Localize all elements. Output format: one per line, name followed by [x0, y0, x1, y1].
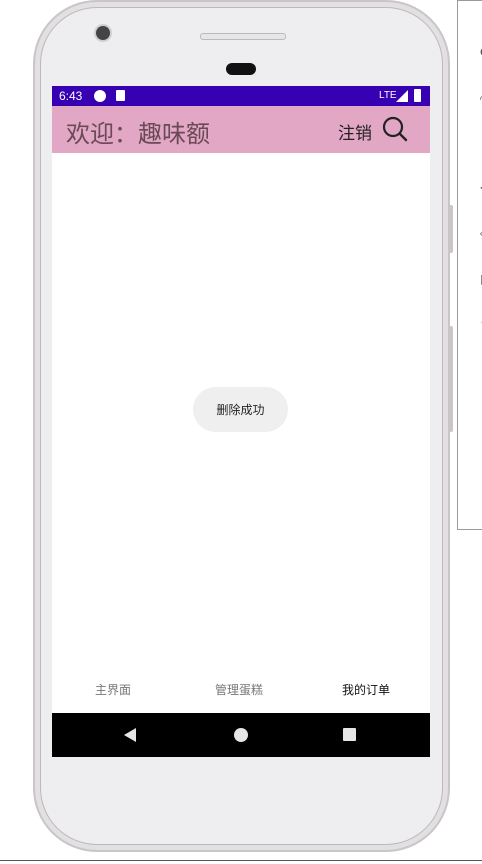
notification-icon — [94, 90, 106, 102]
nav-item-my-orders[interactable]: 我的订单 — [342, 681, 390, 698]
proximity-sensor — [226, 63, 256, 75]
network-type: LTE — [379, 90, 397, 101]
phone-screen: 6:43 LTE 欢迎：趣味额 注销 删除成功 主界面 管理蛋糕 我的订单 — [52, 86, 430, 757]
page-title: 欢迎：趣味额 — [66, 120, 210, 148]
emulator-side-panel: ◐ ◜ ◂ ◇ ▯ ◦ — [457, 0, 482, 530]
search-icon[interactable] — [382, 116, 408, 142]
sd-card-icon — [116, 90, 125, 101]
earpiece-speaker — [200, 33, 286, 40]
home-icon[interactable] — [234, 728, 248, 742]
front-camera-icon — [96, 26, 110, 40]
signal-icon — [396, 90, 408, 102]
battery-icon — [414, 89, 421, 102]
volume-button[interactable] — [449, 205, 453, 253]
bottom-navigation: 主界面 管理蛋糕 我的订单 — [52, 678, 430, 710]
toast-message: 删除成功 — [193, 387, 288, 432]
back-icon[interactable] — [124, 728, 136, 742]
recents-icon[interactable] — [343, 728, 356, 741]
system-navigation-bar — [52, 713, 430, 757]
divider — [0, 860, 482, 861]
nav-item-manage-cakes[interactable]: 管理蛋糕 — [215, 681, 263, 698]
power-button[interactable] — [449, 326, 453, 432]
nav-item-home[interactable]: 主界面 — [95, 681, 131, 698]
status-bar: 6:43 LTE — [52, 86, 430, 106]
logout-button[interactable]: 注销 — [338, 119, 372, 144]
app-bar: 欢迎：趣味额 注销 — [52, 106, 430, 153]
status-time: 6:43 — [59, 89, 83, 103]
